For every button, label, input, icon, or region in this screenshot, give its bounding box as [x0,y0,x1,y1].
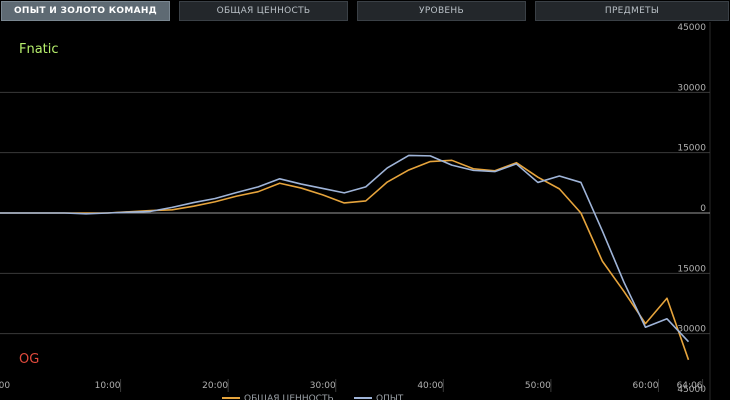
x-tick-label: 0:00 [0,381,10,391]
legend-label-networth: ОБЩАЯ ЦЕННОСТЬ [244,394,334,400]
top-team-label: Fnatic [19,42,59,57]
y-tick-label: 15000 [677,144,706,154]
x-tick-label: 60:00 [632,381,658,391]
advantage-chart: 45000300001500001500030000450000:0010:00… [0,22,730,400]
series-line-xp [0,154,690,343]
y-tick-label: 45000 [677,23,706,33]
tab-bar: ОПЫТ И ЗОЛОТО КОМАНД ОБЩАЯ ЦЕННОСТЬ УРОВ… [0,0,730,22]
y-tick-label: 30000 [677,83,706,93]
x-tick-label: 50:00 [525,381,551,391]
x-tick-label: 20:00 [202,381,228,391]
x-tick-label: 64:06 [677,381,703,391]
tab-net-worth[interactable]: ОБЩАЯ ЦЕННОСТЬ [179,1,348,21]
tab-level[interactable]: УРОВЕНЬ [357,1,526,21]
tab-items[interactable]: ПРЕДМЕТЫ [535,1,729,21]
legend-label-xp: ОПЫТ [376,394,404,400]
y-tick-label: 0 [700,204,706,214]
x-tick-label: 10:00 [95,381,121,391]
chart-svg: 45000300001500001500030000450000:0010:00… [0,22,711,400]
y-tick-label: 30000 [677,325,706,335]
x-tick-label: 30:00 [310,381,336,391]
tab-team-xp-gold[interactable]: ОПЫТ И ЗОЛОТО КОМАНД [1,1,170,21]
x-tick-label: 40:00 [417,381,443,391]
bottom-team-label: OG [19,352,39,367]
y-tick-label: 15000 [677,264,706,274]
